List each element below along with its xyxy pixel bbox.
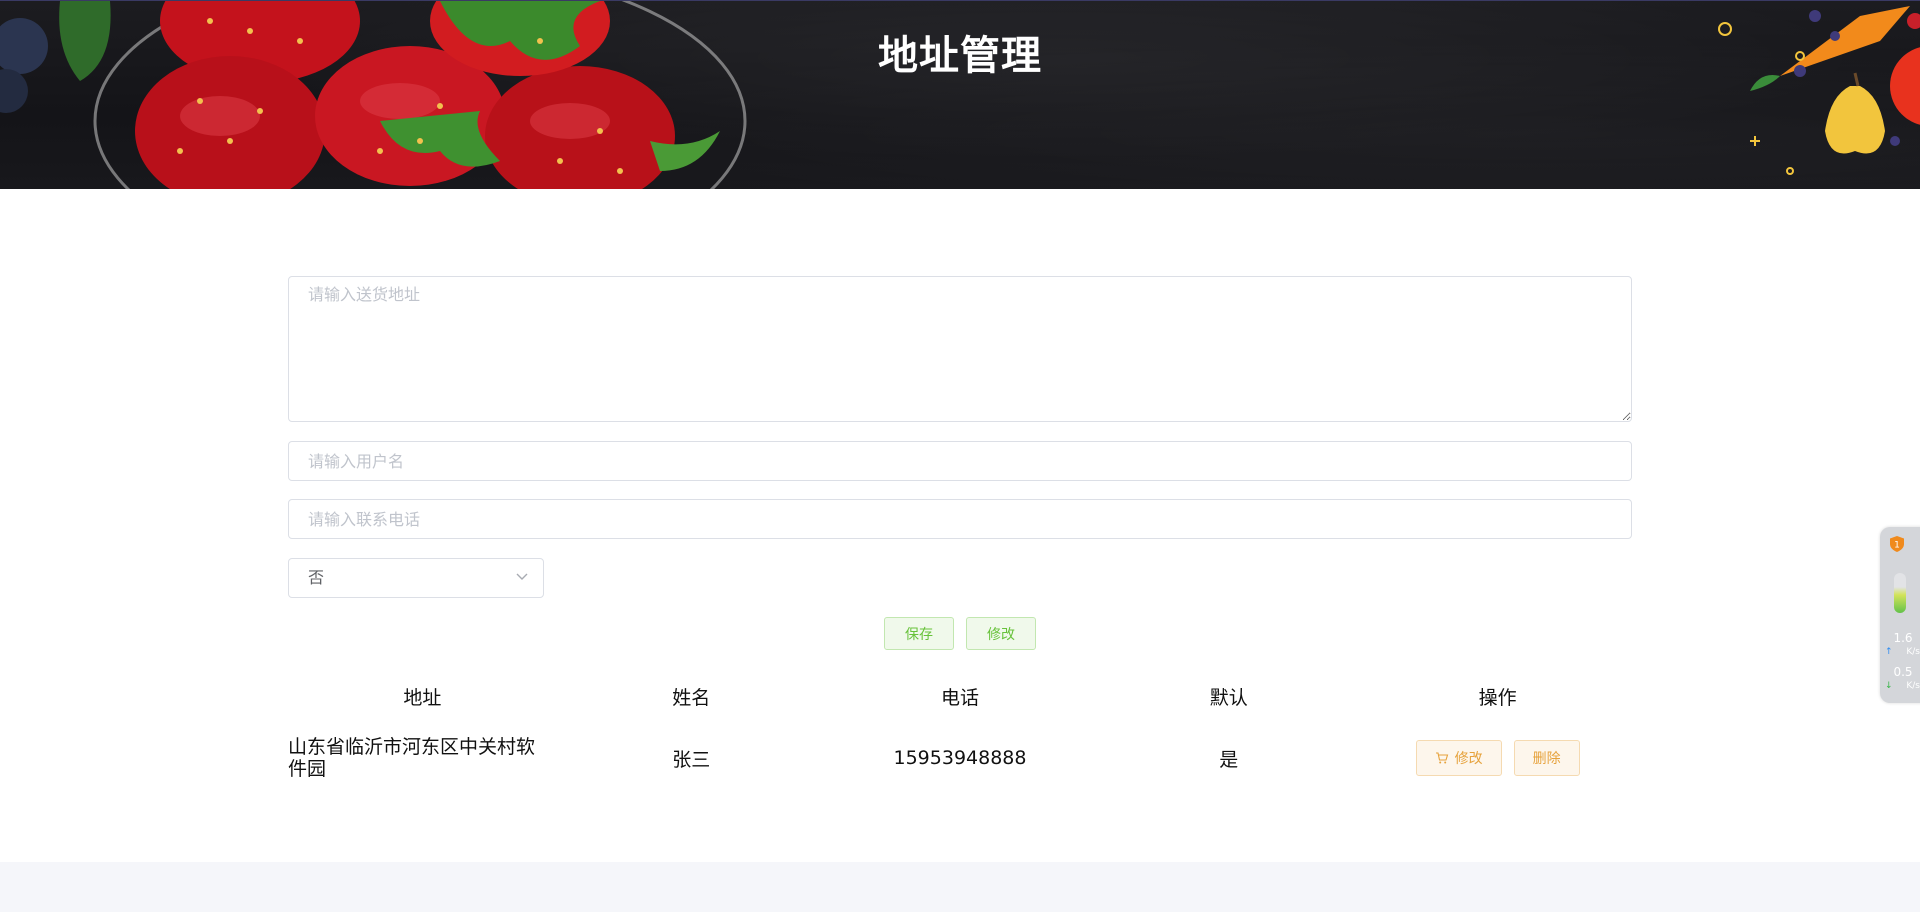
cell-address: 山东省临沂市河东区中关村软件园 — [288, 736, 536, 780]
download-unit: K/s — [1906, 681, 1920, 691]
cell-name: 张三 — [672, 748, 711, 771]
usage-level-bar — [1894, 573, 1906, 613]
cell-default: 是 — [1219, 748, 1239, 771]
upload-speed: 1.6 — [1893, 631, 1913, 645]
network-speed-widget[interactable]: 1 1.6 ↑ K/s 0.5 ↓ K/s — [1880, 527, 1920, 703]
table-row: 山东省临沂市河东区中关村软件园 张三 15953948888 是 修改 删除 — [288, 721, 1632, 795]
upload-unit: K/s — [1906, 647, 1920, 657]
cell-phone: 15953948888 — [893, 747, 1027, 769]
shield-badge: 1 — [1894, 541, 1900, 551]
column-header-name: 姓名 — [672, 686, 711, 709]
row-edit-label: 修改 — [1454, 751, 1483, 767]
save-button[interactable]: 保存 — [884, 617, 954, 650]
column-header-default: 默认 — [1209, 686, 1248, 709]
phone-input[interactable] — [288, 499, 1632, 539]
table-header: 地址 姓名 电话 默认 操作 — [288, 671, 1632, 721]
column-header-actions: 操作 — [1478, 686, 1517, 709]
address-textarea[interactable] — [288, 276, 1632, 422]
default-select[interactable]: 否 — [288, 558, 544, 598]
row-edit-button[interactable]: 修改 — [1415, 740, 1502, 776]
default-select-value: 否 — [308, 568, 325, 587]
address-table: 地址 姓名 电话 默认 操作 山东省临沂市河东区中关村软件园 张三 159539… — [288, 671, 1632, 795]
page-title: 地址管理 — [878, 33, 1042, 79]
row-delete-button[interactable]: 删除 — [1513, 740, 1580, 776]
page: 地址管理 否 保存 修改 地址 姓名 电话 默认 操作 山东省临沂市河东区中关村… — [0, 0, 1920, 912]
column-header-address: 地址 — [403, 686, 442, 709]
cart-icon — [1435, 752, 1448, 764]
modify-button[interactable]: 修改 — [966, 617, 1036, 650]
column-header-phone: 电话 — [940, 686, 979, 709]
shield-icon: 1 — [1890, 536, 1904, 552]
chevron-down-icon — [516, 573, 528, 580]
username-input[interactable] — [288, 441, 1632, 481]
row-actions: 修改 删除 — [1363, 740, 1632, 776]
header-banner: 地址管理 — [0, 0, 1920, 190]
address-form-panel: 否 保存 修改 地址 姓名 电话 默认 操作 山东省临沂市河东区中关村软件园 张… — [0, 189, 1920, 862]
cell-actions: 修改 删除 — [1363, 740, 1632, 776]
download-speed: 0.5 — [1893, 665, 1913, 679]
